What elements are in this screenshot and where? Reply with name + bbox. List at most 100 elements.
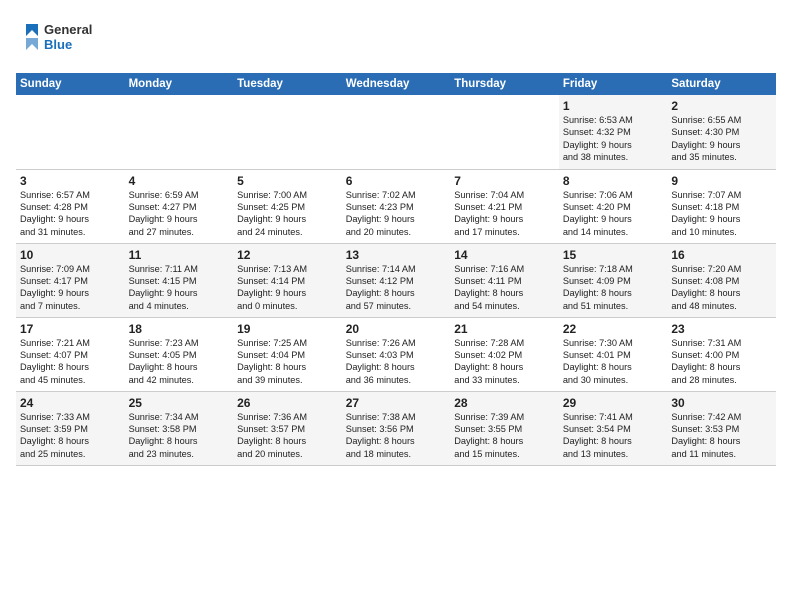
day-number: 29 [563,396,664,410]
day-cell: 13Sunrise: 7:14 AM Sunset: 4:12 PM Dayli… [342,243,451,317]
day-number: 5 [237,174,338,188]
day-info: Sunrise: 7:14 AM Sunset: 4:12 PM Dayligh… [346,263,447,313]
svg-text:General: General [44,22,92,37]
col-header-sunday: Sunday [16,73,125,95]
day-cell: 22Sunrise: 7:30 AM Sunset: 4:01 PM Dayli… [559,317,668,391]
header-row: SundayMondayTuesdayWednesdayThursdayFrid… [16,73,776,95]
day-info: Sunrise: 7:00 AM Sunset: 4:25 PM Dayligh… [237,189,338,239]
day-number: 24 [20,396,121,410]
day-cell: 10Sunrise: 7:09 AM Sunset: 4:17 PM Dayli… [16,243,125,317]
day-info: Sunrise: 7:11 AM Sunset: 4:15 PM Dayligh… [129,263,230,313]
day-cell: 17Sunrise: 7:21 AM Sunset: 4:07 PM Dayli… [16,317,125,391]
logo: General Blue [16,16,106,65]
day-cell: 8Sunrise: 7:06 AM Sunset: 4:20 PM Daylig… [559,169,668,243]
day-number: 21 [454,322,555,336]
day-cell: 2Sunrise: 6:55 AM Sunset: 4:30 PM Daylig… [667,95,776,169]
day-cell: 27Sunrise: 7:38 AM Sunset: 3:56 PM Dayli… [342,391,451,465]
day-number: 30 [671,396,772,410]
day-info: Sunrise: 6:57 AM Sunset: 4:28 PM Dayligh… [20,189,121,239]
day-info: Sunrise: 7:09 AM Sunset: 4:17 PM Dayligh… [20,263,121,313]
day-cell: 5Sunrise: 7:00 AM Sunset: 4:25 PM Daylig… [233,169,342,243]
day-cell: 16Sunrise: 7:20 AM Sunset: 4:08 PM Dayli… [667,243,776,317]
day-number: 25 [129,396,230,410]
day-number: 2 [671,99,772,113]
day-number: 15 [563,248,664,262]
day-cell: 12Sunrise: 7:13 AM Sunset: 4:14 PM Dayli… [233,243,342,317]
day-info: Sunrise: 7:16 AM Sunset: 4:11 PM Dayligh… [454,263,555,313]
week-row-2: 3Sunrise: 6:57 AM Sunset: 4:28 PM Daylig… [16,169,776,243]
day-number: 19 [237,322,338,336]
col-header-monday: Monday [125,73,234,95]
day-info: Sunrise: 6:59 AM Sunset: 4:27 PM Dayligh… [129,189,230,239]
day-info: Sunrise: 7:23 AM Sunset: 4:05 PM Dayligh… [129,337,230,387]
day-number: 23 [671,322,772,336]
day-info: Sunrise: 7:39 AM Sunset: 3:55 PM Dayligh… [454,411,555,461]
day-number: 4 [129,174,230,188]
day-cell: 24Sunrise: 7:33 AM Sunset: 3:59 PM Dayli… [16,391,125,465]
day-number: 11 [129,248,230,262]
day-info: Sunrise: 7:38 AM Sunset: 3:56 PM Dayligh… [346,411,447,461]
header: General Blue [16,12,776,65]
day-cell [450,95,559,169]
day-info: Sunrise: 7:34 AM Sunset: 3:58 PM Dayligh… [129,411,230,461]
logo-text-block: General Blue [16,16,106,65]
day-info: Sunrise: 7:18 AM Sunset: 4:09 PM Dayligh… [563,263,664,313]
day-info: Sunrise: 7:42 AM Sunset: 3:53 PM Dayligh… [671,411,772,461]
day-number: 9 [671,174,772,188]
day-cell: 23Sunrise: 7:31 AM Sunset: 4:00 PM Dayli… [667,317,776,391]
day-info: Sunrise: 7:13 AM Sunset: 4:14 PM Dayligh… [237,263,338,313]
day-cell: 4Sunrise: 6:59 AM Sunset: 4:27 PM Daylig… [125,169,234,243]
day-number: 6 [346,174,447,188]
logo-svg: General Blue [16,16,106,60]
day-info: Sunrise: 7:28 AM Sunset: 4:02 PM Dayligh… [454,337,555,387]
day-info: Sunrise: 6:55 AM Sunset: 4:30 PM Dayligh… [671,114,772,164]
day-info: Sunrise: 7:21 AM Sunset: 4:07 PM Dayligh… [20,337,121,387]
day-number: 12 [237,248,338,262]
day-info: Sunrise: 7:30 AM Sunset: 4:01 PM Dayligh… [563,337,664,387]
day-number: 10 [20,248,121,262]
page: General Blue SundayMondayTuesdayWednesda… [0,0,792,612]
day-cell [233,95,342,169]
day-number: 14 [454,248,555,262]
col-header-tuesday: Tuesday [233,73,342,95]
calendar-table: SundayMondayTuesdayWednesdayThursdayFrid… [16,73,776,466]
day-cell: 26Sunrise: 7:36 AM Sunset: 3:57 PM Dayli… [233,391,342,465]
day-number: 17 [20,322,121,336]
day-info: Sunrise: 7:04 AM Sunset: 4:21 PM Dayligh… [454,189,555,239]
day-cell: 30Sunrise: 7:42 AM Sunset: 3:53 PM Dayli… [667,391,776,465]
week-row-1: 1Sunrise: 6:53 AM Sunset: 4:32 PM Daylig… [16,95,776,169]
day-number: 22 [563,322,664,336]
col-header-wednesday: Wednesday [342,73,451,95]
day-cell: 1Sunrise: 6:53 AM Sunset: 4:32 PM Daylig… [559,95,668,169]
day-number: 13 [346,248,447,262]
day-info: Sunrise: 7:41 AM Sunset: 3:54 PM Dayligh… [563,411,664,461]
day-cell: 18Sunrise: 7:23 AM Sunset: 4:05 PM Dayli… [125,317,234,391]
day-info: Sunrise: 7:07 AM Sunset: 4:18 PM Dayligh… [671,189,772,239]
svg-text:Blue: Blue [44,37,72,52]
day-cell: 3Sunrise: 6:57 AM Sunset: 4:28 PM Daylig… [16,169,125,243]
day-cell: 19Sunrise: 7:25 AM Sunset: 4:04 PM Dayli… [233,317,342,391]
day-info: Sunrise: 7:25 AM Sunset: 4:04 PM Dayligh… [237,337,338,387]
day-info: Sunrise: 7:31 AM Sunset: 4:00 PM Dayligh… [671,337,772,387]
day-info: Sunrise: 7:06 AM Sunset: 4:20 PM Dayligh… [563,189,664,239]
day-cell [342,95,451,169]
week-row-5: 24Sunrise: 7:33 AM Sunset: 3:59 PM Dayli… [16,391,776,465]
day-number: 1 [563,99,664,113]
day-number: 20 [346,322,447,336]
day-cell: 28Sunrise: 7:39 AM Sunset: 3:55 PM Dayli… [450,391,559,465]
day-cell [16,95,125,169]
day-cell: 21Sunrise: 7:28 AM Sunset: 4:02 PM Dayli… [450,317,559,391]
day-cell: 29Sunrise: 7:41 AM Sunset: 3:54 PM Dayli… [559,391,668,465]
day-cell: 20Sunrise: 7:26 AM Sunset: 4:03 PM Dayli… [342,317,451,391]
day-cell: 25Sunrise: 7:34 AM Sunset: 3:58 PM Dayli… [125,391,234,465]
day-number: 16 [671,248,772,262]
day-number: 7 [454,174,555,188]
day-info: Sunrise: 7:26 AM Sunset: 4:03 PM Dayligh… [346,337,447,387]
day-cell: 6Sunrise: 7:02 AM Sunset: 4:23 PM Daylig… [342,169,451,243]
day-cell: 7Sunrise: 7:04 AM Sunset: 4:21 PM Daylig… [450,169,559,243]
day-info: Sunrise: 7:33 AM Sunset: 3:59 PM Dayligh… [20,411,121,461]
col-header-saturday: Saturday [667,73,776,95]
day-cell: 15Sunrise: 7:18 AM Sunset: 4:09 PM Dayli… [559,243,668,317]
col-header-thursday: Thursday [450,73,559,95]
day-cell [125,95,234,169]
